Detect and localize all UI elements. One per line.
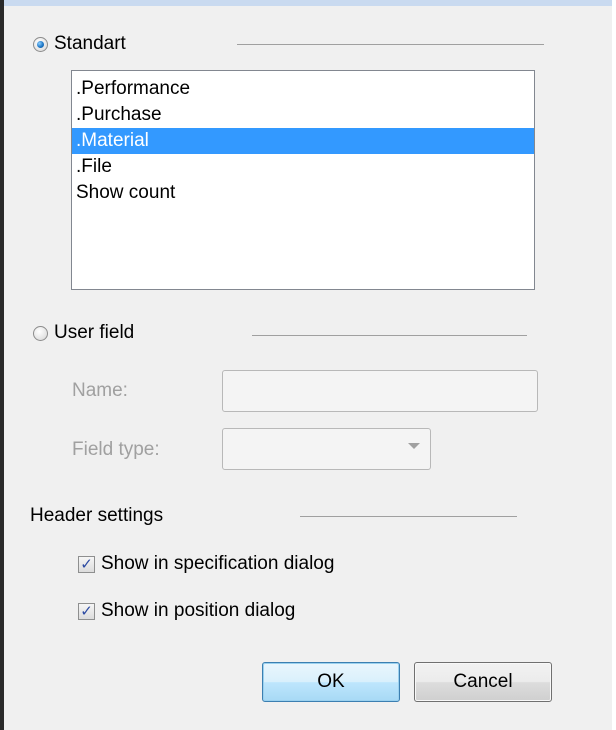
show-in-position-label: Show in position dialog <box>101 600 296 621</box>
header-settings-divider <box>300 516 517 517</box>
user-field-radio-label: User field <box>54 322 135 343</box>
user-field-radio-option[interactable]: User field <box>33 322 134 344</box>
show-in-specification-option[interactable]: ✓ Show in specification dialog <box>78 553 334 575</box>
standard-group-divider <box>237 44 544 45</box>
list-item-file[interactable]: .File <box>72 154 534 180</box>
checkmark-icon: ✓ <box>80 602 93 620</box>
list-item-show-count[interactable]: Show count <box>72 180 534 206</box>
field-type-label-text: Field type: <box>72 439 160 460</box>
show-in-specification-label: Show in specification dialog <box>101 553 335 574</box>
name-input[interactable] <box>222 370 538 412</box>
name-label: Name: <box>72 380 128 402</box>
ok-button[interactable]: OK <box>262 662 400 702</box>
user-field-group-divider <box>252 335 527 336</box>
name-label-text: Name: <box>72 380 128 401</box>
list-item-performance[interactable]: .Performance <box>72 76 534 102</box>
header-settings-title-text: Header settings <box>30 505 164 526</box>
user-field-radio-button[interactable] <box>33 325 48 341</box>
list-item-purchase[interactable]: .Purchase <box>72 102 534 128</box>
field-type-dropdown[interactable] <box>222 428 431 470</box>
chevron-down-icon <box>408 443 420 449</box>
cancel-button[interactable]: Cancel <box>414 662 552 702</box>
standard-radio-button[interactable] <box>33 36 48 52</box>
standard-radio-label: Standart <box>54 33 126 54</box>
show-in-position-option[interactable]: ✓ Show in position dialog <box>78 600 295 622</box>
field-type-label: Field type: <box>72 439 160 461</box>
window-right-border <box>612 0 616 730</box>
show-in-specification-checkbox[interactable]: ✓ <box>78 555 95 573</box>
show-in-position-checkbox[interactable]: ✓ <box>78 602 95 620</box>
checkmark-icon: ✓ <box>80 555 93 573</box>
header-settings-title: Header settings <box>30 505 163 527</box>
standard-radio-option[interactable]: Standart <box>33 33 126 55</box>
standard-field-list[interactable]: .Performance .Purchase .Material .File S… <box>71 70 535 290</box>
list-item-material-selected[interactable]: .Material <box>72 128 534 154</box>
radio-dot-icon <box>37 40 44 48</box>
